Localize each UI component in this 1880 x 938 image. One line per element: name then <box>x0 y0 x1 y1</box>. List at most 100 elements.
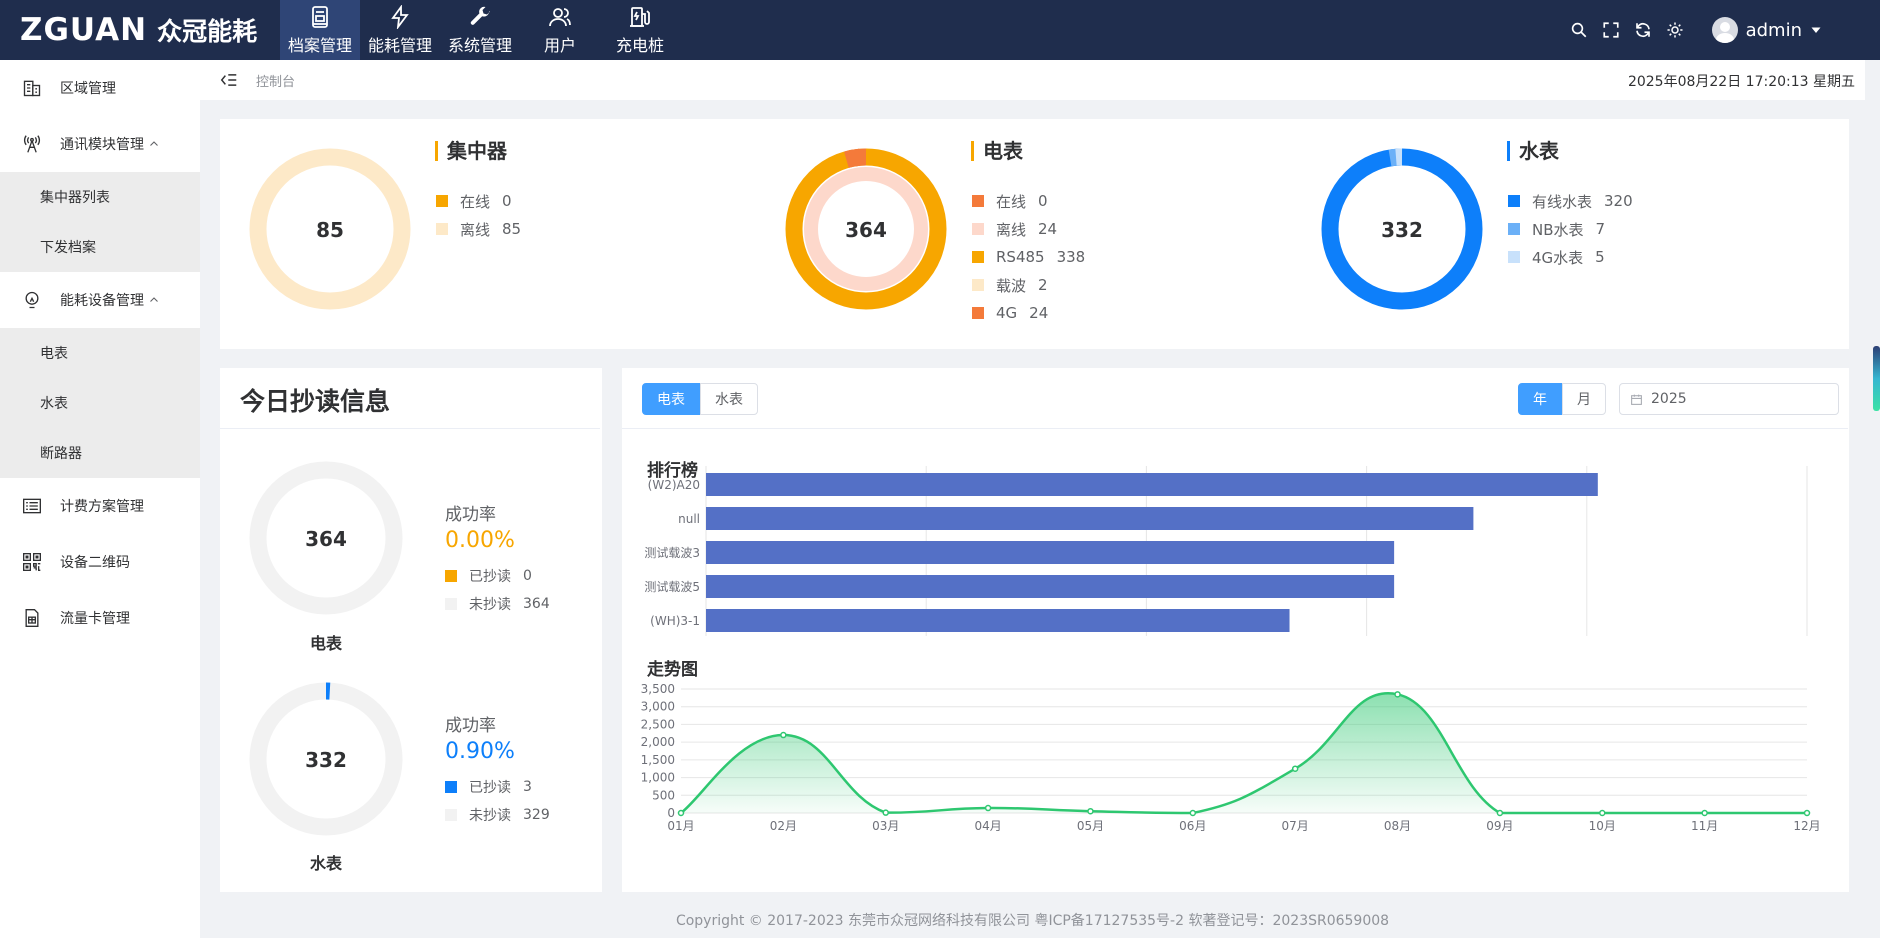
legend-value: 2 <box>1038 276 1048 294</box>
topnav-energy[interactable]: 能耗管理 <box>360 0 440 60</box>
divider <box>220 428 600 429</box>
y-tick-label: null <box>678 512 700 526</box>
sidebar-item-region[interactable]: 区域管理 <box>0 60 200 116</box>
tab-year[interactable]: 年 <box>1518 383 1562 415</box>
bar <box>706 575 1395 598</box>
water-rate-label: 成功率 <box>445 716 496 736</box>
sidebar-item-water-meter[interactable]: 水表 <box>0 378 200 428</box>
legend-value: 24 <box>1038 220 1058 238</box>
chart-panel: 电表 水表 年 月 2025 排行榜02004006008001,000(W2)… <box>622 368 1849 892</box>
sidebar-item-flow-card[interactable]: 流量卡管理 <box>0 590 200 646</box>
data-point <box>780 731 787 739</box>
water-title: 水表 <box>1507 141 1559 161</box>
legend-label: 有线水表 <box>1532 192 1593 211</box>
theme-sun-icon[interactable] <box>1666 21 1684 39</box>
legend-item: 未抄读 329 <box>445 801 550 829</box>
data-point <box>1701 809 1708 817</box>
toolbar: admin <box>1570 0 1822 60</box>
sidebar-item-billing[interactable]: 计费方案管理 <box>0 478 200 534</box>
sidebar: 区域管理 通讯模块管理 集中器列表 下发档案 能耗设备管理 电表 水表 断路器 … <box>0 60 200 938</box>
calendar-icon <box>1631 394 1642 405</box>
sidebar-label: 计费方案管理 <box>60 499 144 515</box>
tab-month[interactable]: 月 <box>1562 383 1606 415</box>
y-tick-label: 3,000 <box>641 700 675 714</box>
year-value: 2025 <box>1651 391 1687 407</box>
fullscreen-icon[interactable] <box>1602 21 1620 39</box>
water-donut: 332 <box>1321 148 1483 310</box>
y-tick-label: 测试载波5 <box>644 579 700 594</box>
today-reading-panel: 今日抄读信息 364 成功率 0.00% 已抄读 0 未抄读 364 电表 332 … <box>220 368 602 892</box>
electric-read-legend: 已抄读 0 未抄读 364 <box>445 562 550 618</box>
legend-item: 有线水表 320 <box>1508 187 1633 215</box>
water-meter-label: 水表 <box>309 854 342 873</box>
y-tick-label: 测试载波3 <box>644 545 700 560</box>
legend-label: NB水表 <box>1532 220 1584 239</box>
y-tick-label: 1,000 <box>641 771 675 785</box>
sidebar-item-comm[interactable]: 通讯模块管理 <box>0 116 200 172</box>
legend-label: 在线 <box>460 192 491 211</box>
legend-label: 已抄读 <box>469 780 511 796</box>
qrcode-icon <box>23 553 41 571</box>
search-icon[interactable] <box>1570 21 1588 39</box>
data-point <box>882 809 889 816</box>
water-legend: 有线水表 320 NB水表 7 4G水表 5 <box>1508 187 1633 271</box>
sidebar-item-electric-meter[interactable]: 电表 <box>0 328 200 378</box>
legend-item: 载波 2 <box>972 271 1085 299</box>
collapse-sidebar-icon[interactable] <box>220 72 238 88</box>
charging-pile-icon <box>630 6 650 27</box>
data-point <box>1496 809 1504 817</box>
page-scrollbar[interactable] <box>1873 346 1880 411</box>
sidebar-item-breaker[interactable]: 断路器 <box>0 428 200 478</box>
electric-rate-label: 成功率 <box>445 505 496 525</box>
bar <box>706 541 1395 564</box>
legend-item: 已抄读 0 <box>445 562 550 590</box>
x-tick-label: 11月 <box>1691 819 1718 833</box>
x-tick-label: 04月 <box>974 819 1001 833</box>
breadcrumb-bar: 控制台 2025年08月22日 17:20:13 星期五 <box>200 60 1865 100</box>
refresh-icon[interactable] <box>1634 21 1652 39</box>
electric-rate-value: 0.00% <box>445 528 515 553</box>
logo[interactable]: ZGUAN 众冠能耗 <box>20 12 257 48</box>
water-read-legend: 已抄读 3 未抄读 329 <box>445 773 550 829</box>
legend-value: 0 <box>502 192 512 210</box>
topnav-users[interactable]: 用户 <box>520 0 600 60</box>
x-tick-label: 02月 <box>770 819 797 833</box>
legend-label: RS485 <box>996 248 1045 266</box>
meter-legend: 在线 0 离线 24 RS485 338 载波 2 4G 24 <box>972 187 1085 327</box>
data-point <box>1291 765 1299 772</box>
y-tick-label: 0 <box>667 806 675 820</box>
tab-water[interactable]: 水表 <box>700 383 758 415</box>
topnav-charging[interactable]: 充电桩 <box>600 0 680 60</box>
sidebar-item-concentrator-list[interactable]: 集中器列表 <box>0 172 200 222</box>
legend-item: 在线 0 <box>972 187 1085 215</box>
topnav-system[interactable]: 系统管理 <box>440 0 520 60</box>
legend-value: 7 <box>1595 220 1606 238</box>
concentrator-title: 集中器 <box>435 141 507 161</box>
legend-value: 320 <box>1604 192 1633 210</box>
username: admin <box>1745 19 1802 41</box>
legend-label: 离线 <box>996 220 1027 239</box>
topnav-label: 充电桩 <box>615 35 664 55</box>
sidebar-item-qrcode[interactable]: 设备二维码 <box>0 534 200 590</box>
user-menu[interactable]: admin <box>1711 17 1822 43</box>
electric-read-donut: 364 <box>249 461 403 615</box>
sidebar-item-energy-devices[interactable]: 能耗设备管理 <box>0 272 200 328</box>
topnav-label: 系统管理 <box>447 35 512 55</box>
bulb-icon <box>25 291 39 309</box>
device-stats-panel: 85 集中器 在线 0 离线 85 364 电表 在线 0 离线 24 RS485 338… <box>220 119 1849 349</box>
wrench-icon <box>470 6 490 25</box>
today-title: 今日抄读信息 <box>240 387 391 416</box>
water-total: 332 <box>1381 218 1423 242</box>
legend-value: 329 <box>523 807 550 823</box>
breadcrumb[interactable]: 控制台 <box>256 71 295 90</box>
legend-item: 离线 85 <box>436 215 521 243</box>
tab-electric[interactable]: 电表 <box>642 383 700 415</box>
ranking-bar-chart: 排行榜02004006008001,000(W2)A20null测试载波3测试载… <box>644 460 1808 636</box>
water-read-donut: 332 <box>249 682 403 836</box>
y-tick-label: 2,000 <box>641 735 675 749</box>
year-picker[interactable]: 2025 <box>1619 383 1839 415</box>
water-rate-value: 0.90% <box>445 739 515 764</box>
topnav-label: 能耗管理 <box>367 35 432 55</box>
sidebar-item-issue-archive[interactable]: 下发档案 <box>0 222 200 272</box>
topnav-archive[interactable]: 档案管理 <box>280 0 360 60</box>
